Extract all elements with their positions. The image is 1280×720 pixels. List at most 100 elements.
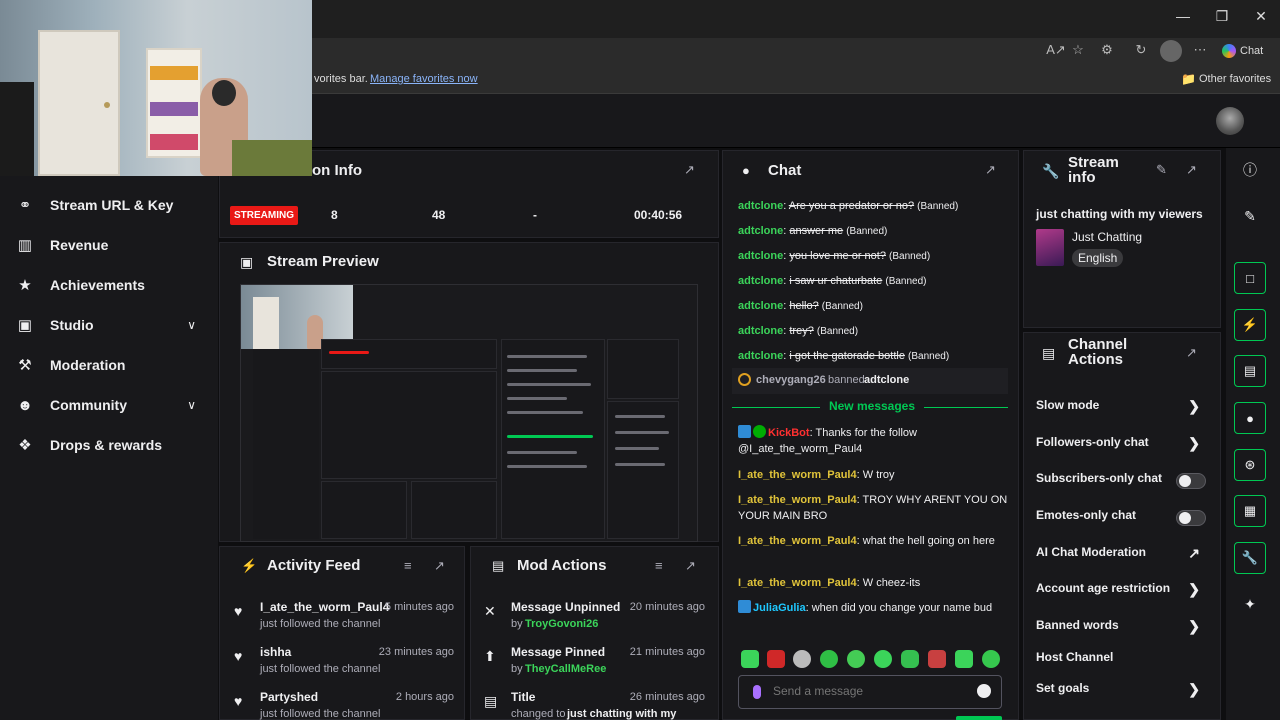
microphone-icon[interactable] xyxy=(753,685,761,699)
other-favorites[interactable]: Other favorites xyxy=(1199,73,1271,85)
follower-name[interactable]: Partyshed xyxy=(260,690,318,704)
filter-icon[interactable]: ≡ xyxy=(404,558,412,573)
mod-action-time: 21 minutes ago xyxy=(629,646,705,658)
chat-username[interactable]: KickBot xyxy=(768,427,810,439)
moderator-badge-icon xyxy=(738,600,751,613)
stream-category[interactable]: Just Chatting xyxy=(1072,230,1142,244)
chat-message: adtclone: i got the gatorade bottle (Ban… xyxy=(738,348,1010,365)
edit-pencil-icon[interactable]: ✎ xyxy=(1156,162,1167,178)
chat-message: adtclone: trey? (Banned) xyxy=(738,323,1010,340)
channel-action-subscribers-only-chat[interactable]: Subscribers-only chat xyxy=(1036,471,1210,493)
wrench-icon[interactable]: 🔧 xyxy=(1234,542,1266,574)
channel-action-account-age-restriction[interactable]: Account age restriction ❯ xyxy=(1036,581,1210,603)
channel-action-set-goals[interactable]: Set goals ❯ xyxy=(1036,681,1210,703)
emote-icon[interactable] xyxy=(955,650,973,668)
emote-icon[interactable] xyxy=(847,650,865,668)
popout-icon[interactable]: ↗ xyxy=(434,558,445,574)
broadcast-icon[interactable]: ⊛ xyxy=(1234,449,1266,481)
chat-username[interactable]: JuliaGulia xyxy=(753,602,806,614)
chat-username[interactable]: I_ate_the_worm_Paul4 xyxy=(738,469,857,481)
emote-icon[interactable] xyxy=(793,650,811,668)
chat-username[interactable]: adtclone xyxy=(738,250,783,262)
mod-action-by[interactable]: just chatting with my xyxy=(567,708,676,720)
ban-notice-target[interactable]: adtclone xyxy=(864,374,909,386)
preview-line xyxy=(507,435,593,438)
chat-username[interactable]: adtclone xyxy=(738,225,783,237)
ban-notice-mod[interactable]: chevygang26 xyxy=(756,374,826,386)
profile-avatar-icon[interactable] xyxy=(1160,40,1182,62)
nav-item-moderation[interactable]: ⚒ Moderation xyxy=(0,345,218,385)
popout-icon[interactable]: ↗ xyxy=(1186,162,1197,178)
popout-icon[interactable]: ↗ xyxy=(985,162,996,178)
chat-send-button[interactable] xyxy=(956,716,1002,720)
minimize-icon[interactable]: — xyxy=(1171,8,1195,28)
user-avatar[interactable] xyxy=(1216,107,1244,135)
channel-action-slow-mode[interactable]: Slow mode ❯ xyxy=(1036,398,1210,420)
language-tag[interactable]: English xyxy=(1072,249,1124,267)
chat-username[interactable]: I_ate_the_worm_Paul4 xyxy=(738,494,857,506)
toggle-switch[interactable] xyxy=(1176,473,1206,489)
chat-username[interactable]: I_ate_the_worm_Paul4 xyxy=(738,535,857,547)
stream-preview-video[interactable] xyxy=(240,284,698,542)
follower-name[interactable]: ishha xyxy=(260,645,291,659)
chat-input-box[interactable] xyxy=(738,675,1002,709)
copilot-chat-button[interactable]: Chat xyxy=(1222,41,1274,61)
nav-item-studio[interactable]: ▣ Studio ∨ xyxy=(0,305,218,345)
document-icon[interactable]: ▤ xyxy=(1234,355,1266,387)
nav-item-achievements[interactable]: ★ Achievements xyxy=(0,265,218,305)
popout-icon[interactable]: ↗ xyxy=(684,162,695,178)
close-icon[interactable]: ✕ xyxy=(1249,8,1273,28)
chat-username[interactable]: adtclone xyxy=(738,350,783,362)
channel-action-emotes-only-chat[interactable]: Emotes-only chat xyxy=(1036,508,1210,530)
maximize-icon[interactable]: ❐ xyxy=(1210,8,1234,28)
chat-username[interactable]: adtclone xyxy=(738,300,783,312)
emote-icon[interactable] xyxy=(820,650,838,668)
manage-favorites-link[interactable]: Manage favorites now xyxy=(370,73,478,85)
emote-icon[interactable] xyxy=(928,650,946,668)
nav-item-drops-rewards[interactable]: ❖ Drops & rewards xyxy=(0,425,218,465)
favorite-star-icon[interactable]: ☆ xyxy=(1068,42,1088,60)
chat-username[interactable]: adtclone xyxy=(738,200,783,212)
nav-item-revenue[interactable]: ▥ Revenue xyxy=(0,225,218,265)
channel-action-banned-words[interactable]: Banned words ❯ xyxy=(1036,618,1210,640)
chat-username[interactable]: adtclone xyxy=(738,325,783,337)
chat-username[interactable]: adtclone xyxy=(738,275,783,287)
channel-action-ai-chat-moderation[interactable]: AI Chat Moderation ↗ xyxy=(1036,545,1210,567)
filter-icon[interactable]: ≡ xyxy=(655,558,663,573)
chat-bubble-icon[interactable]: ● xyxy=(1234,402,1266,434)
chat-input[interactable] xyxy=(773,684,973,698)
popout-icon[interactable]: ↗ xyxy=(685,558,696,574)
popout-icon[interactable]: ↗ xyxy=(1186,345,1197,361)
info-icon[interactable]: ⓘ xyxy=(1234,154,1266,186)
extensions-icon[interactable]: ⚙ xyxy=(1097,42,1117,60)
toggle-switch[interactable] xyxy=(1176,510,1206,526)
emote-icon[interactable] xyxy=(741,650,759,668)
chat-message: adtclone: Are you a predator or no? (Ban… xyxy=(738,198,1010,215)
mod-action-by[interactable]: TroyGovoni26 xyxy=(525,618,598,630)
nav-item-community[interactable]: ☻ Community ∨ xyxy=(0,385,218,425)
desk xyxy=(232,140,312,176)
emoji-icon[interactable] xyxy=(977,684,991,698)
read-aloud-icon[interactable]: A↗ xyxy=(1046,42,1066,60)
extensions-icon[interactable]: ✦ xyxy=(1234,588,1266,620)
channel-action-followers-only-chat[interactable]: Followers-only chat ❯ xyxy=(1036,435,1210,457)
chat-username[interactable]: I_ate_the_worm_Paul4 xyxy=(738,577,857,589)
category-box-art[interactable] xyxy=(1036,229,1064,266)
bolt-icon[interactable]: ⚡ xyxy=(1234,309,1266,341)
emote-icon[interactable] xyxy=(901,650,919,668)
emote-icon[interactable] xyxy=(982,650,1000,668)
history-icon[interactable]: ↻ xyxy=(1131,42,1151,60)
more-menu-icon[interactable]: ⋯ xyxy=(1190,42,1210,60)
layout-icon[interactable]: ▦ xyxy=(1234,495,1266,527)
chat-message: I_ate_the_worm_Paul4: W cheez-its xyxy=(738,575,1010,591)
capture-icon[interactable]: □ xyxy=(1234,262,1266,294)
pin-icon: ⬆ xyxy=(484,648,496,664)
channel-action-host-channel[interactable]: Host Channel xyxy=(1036,650,1210,672)
nav-item-stream-url-key[interactable]: ⚭ Stream URL & Key xyxy=(0,185,218,225)
edit-pencil-icon[interactable]: ✎ xyxy=(1234,200,1266,232)
banned-tag: (Banned) xyxy=(908,351,950,362)
emote-icon[interactable] xyxy=(767,650,785,668)
emote-icon[interactable] xyxy=(874,650,892,668)
mod-action-time: 20 minutes ago xyxy=(629,601,705,613)
mod-action-by[interactable]: TheyCallMeRee xyxy=(525,663,606,675)
